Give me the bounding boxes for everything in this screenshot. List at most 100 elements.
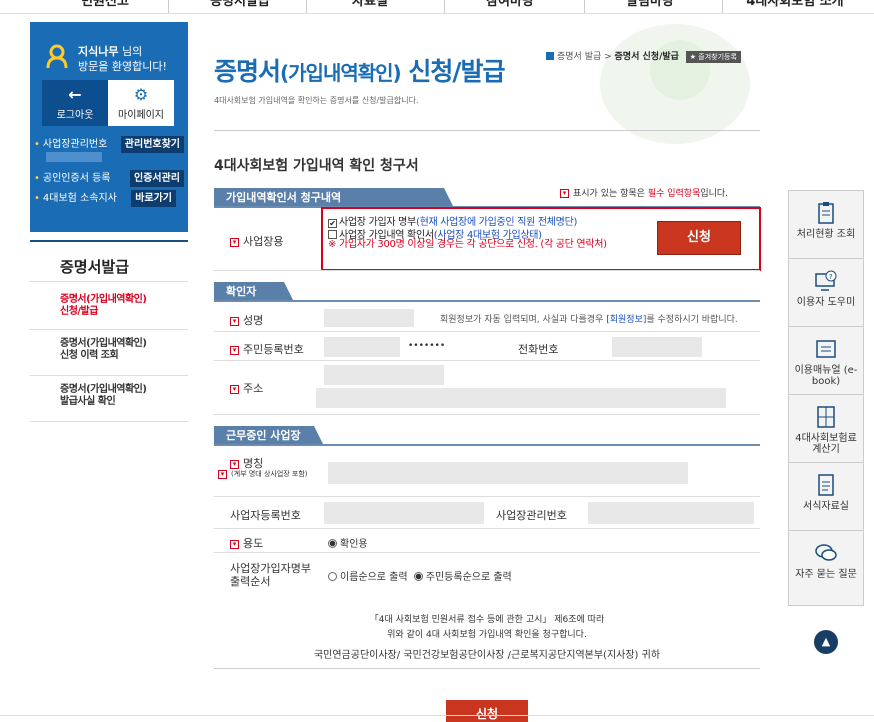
company-sub: ▾ (계부 명대 상사업장 포함) xyxy=(218,469,318,479)
use-option[interactable]: 확인용 xyxy=(328,535,368,550)
order-options: 이름순으로 출력 주민등록순으로 출력 xyxy=(328,568,512,583)
notice-line1: 「4대 사회보험 민원서류 접수 등에 관한 고시」 제6조에 따라 xyxy=(369,615,605,625)
bizreg-field xyxy=(324,502,484,524)
order-opt2[interactable]: 주민등록순으로 출력 xyxy=(426,572,512,583)
rrn-label: ▾ 주민등록번호 xyxy=(230,341,304,357)
menu-item-history[interactable]: 증명서(가입내역확인) 신청 이력 조회 xyxy=(30,330,188,376)
order-opt1[interactable]: 이름순으로 출력 xyxy=(340,572,408,583)
address-field-1 xyxy=(324,365,444,385)
order-label-2: 출력순서 xyxy=(230,575,271,588)
nav-divider xyxy=(168,0,169,13)
row-divider xyxy=(214,528,760,529)
nav-about[interactable]: 4대사회보험 소개 xyxy=(735,0,855,12)
member-info-link[interactable]: [회원정보] xyxy=(606,315,646,325)
mypage-label: 마이페이지 xyxy=(118,110,164,121)
user-icon xyxy=(46,44,68,68)
login-box: 지식나무 님의 방문을 환영합니다! ← 로그아웃 ⚙ 마이페이지 사업장관리번… xyxy=(30,22,188,232)
required-icon: ▾ xyxy=(230,384,239,394)
branch-row: 4대보험 소속지사 바로가기 xyxy=(30,190,188,208)
menu-line2: 신청/발급 xyxy=(60,306,98,317)
svg-text:?: ? xyxy=(829,273,833,281)
name-label-text: 성명 xyxy=(243,314,264,327)
cert-row: 공인인증서 등록 인증서관리 xyxy=(30,170,188,188)
quick-menu: 처리현황 조회 ? 이용자 도우미 이용매뉴얼 (e-book) 4대사회보험료… xyxy=(788,190,864,606)
nav-participation[interactable]: 참여마당 xyxy=(460,0,560,12)
address-label-text: 주소 xyxy=(243,382,264,395)
home-icon[interactable] xyxy=(546,52,554,60)
name-help: 회원정보가 자동 입력되며, 사실과 다를경우 [회원정보]를 수정하시기 바랍… xyxy=(440,312,738,325)
menu-line1: 증명서(가입내역확인) xyxy=(60,338,147,349)
quick-status[interactable]: 처리현황 조회 xyxy=(789,191,863,259)
bizmgmt-field xyxy=(588,502,754,524)
form-heading: 4대사회보험 가입내역 확인 청구서 xyxy=(214,158,419,174)
quick-manual[interactable]: 이용매뉴얼 (e-book) xyxy=(789,327,863,395)
nav-library[interactable]: 자료실 xyxy=(320,0,420,12)
menu-item-apply[interactable]: 증명서(가입내역확인) 신청/발급 xyxy=(30,286,188,330)
required-icon: ▾ xyxy=(218,469,227,479)
cert-manage-button[interactable]: 인증서관리 xyxy=(130,170,184,187)
divider xyxy=(214,130,760,131)
breadcrumb-1[interactable]: 증명서 발급 xyxy=(557,52,601,62)
nav-divider xyxy=(722,0,723,13)
quick-calculator[interactable]: 4대사회보험료 계산기 xyxy=(789,395,863,463)
welcome-line: 방문을 환영합니다! xyxy=(78,60,167,73)
user-name: 지식나무 xyxy=(78,45,119,58)
menu-item-verify[interactable]: 증명서(가입내역확인) 발급사실 확인 xyxy=(30,376,188,422)
row-divider xyxy=(214,360,760,361)
required-icon: ▾ xyxy=(560,189,569,198)
quick-forms[interactable]: 서식자료실 xyxy=(789,463,863,531)
bottom-apply-button[interactable]: 신청 xyxy=(446,700,528,722)
name-label: ▾ 성명 xyxy=(230,312,263,328)
quick-helper[interactable]: ? 이용자 도우미 xyxy=(789,259,863,327)
menu-line1: 증명서(가입내역확인) xyxy=(60,384,147,395)
section-workplace: 근무중인 사업장 xyxy=(214,426,324,446)
nav-complaint[interactable]: 민원신고 xyxy=(60,0,150,12)
checkbox-unchecked[interactable] xyxy=(328,230,337,239)
mypage-button[interactable]: ⚙ 마이페이지 xyxy=(108,80,174,126)
radio-name-order[interactable] xyxy=(328,572,337,581)
page-subtitle: 4대사회보험 가입내역을 확인하는 증명서를 신청/발급합니다. xyxy=(214,96,419,105)
menu-line2: 신청 이력 조회 xyxy=(60,350,119,361)
bizreg-label: 사업자등록번호 xyxy=(230,509,301,522)
quick-faq[interactable]: 자주 묻는 질문 xyxy=(789,531,863,599)
scroll-top-button[interactable]: ▲ xyxy=(814,630,838,654)
title-end: 신청/발급 xyxy=(400,57,505,86)
row-divider xyxy=(214,552,760,553)
radio-selected[interactable] xyxy=(328,539,337,548)
nav-divider xyxy=(306,0,307,13)
purpose-label: ▾ 사업장용 xyxy=(230,233,283,249)
logout-button[interactable]: ← 로그아웃 xyxy=(42,80,108,126)
document-icon xyxy=(818,474,834,496)
notice-line3: 국민연금공단이사장/ 국민건강보험공단이사장 /근로복지공단지역본부(지사장) … xyxy=(313,650,661,661)
find-number-button[interactable]: 관리번호찾기 xyxy=(120,136,184,153)
divider xyxy=(0,715,874,716)
required-icon: ▾ xyxy=(230,539,239,549)
option-note: ※ 가입자가 300명 이상일 경우는 각 공단으로 신청. (각 공단 연락처… xyxy=(328,239,607,250)
required-icon: ▾ xyxy=(230,316,239,326)
nav-notice[interactable]: 알림마당 xyxy=(600,0,700,12)
phone-label: 전화번호 xyxy=(518,343,559,356)
quick-label: 4대사회보험료 계산기 xyxy=(795,433,857,455)
goto-button[interactable]: 바로가기 xyxy=(131,190,176,207)
quick-label: 이용매뉴얼 (e-book) xyxy=(794,365,858,387)
order-label: 사업장가입자명부 출력순서 xyxy=(230,562,311,588)
row-divider xyxy=(214,270,760,271)
menu-line1: 증명서(가입내역확인) xyxy=(60,294,147,305)
calculator-icon xyxy=(817,406,835,428)
menu-line2: 발급사실 확인 xyxy=(60,396,116,407)
use-label: ▾ 용도 xyxy=(230,535,263,551)
favorite-button[interactable]: ★ 즐겨찾기등록 xyxy=(685,51,741,63)
address-label: ▾ 주소 xyxy=(230,380,263,396)
rrn-field-front xyxy=(324,337,400,357)
section-rule xyxy=(214,300,760,302)
apply-button[interactable]: 신청 xyxy=(657,221,741,255)
required-prefix: 표시가 있는 항목은 xyxy=(573,189,648,199)
branch-label: 4대보험 소속지사 xyxy=(34,190,117,208)
user-suffix: 님의 xyxy=(118,45,143,58)
gear-icon: ⚙ xyxy=(133,85,149,104)
radio-rrn-order[interactable] xyxy=(413,572,423,581)
nav-divider xyxy=(444,0,445,13)
rrn-label-text: 주민등록번호 xyxy=(243,343,304,356)
nav-certificate[interactable]: 증명서발급 xyxy=(190,0,290,12)
title-main: 증명서 xyxy=(214,57,281,86)
